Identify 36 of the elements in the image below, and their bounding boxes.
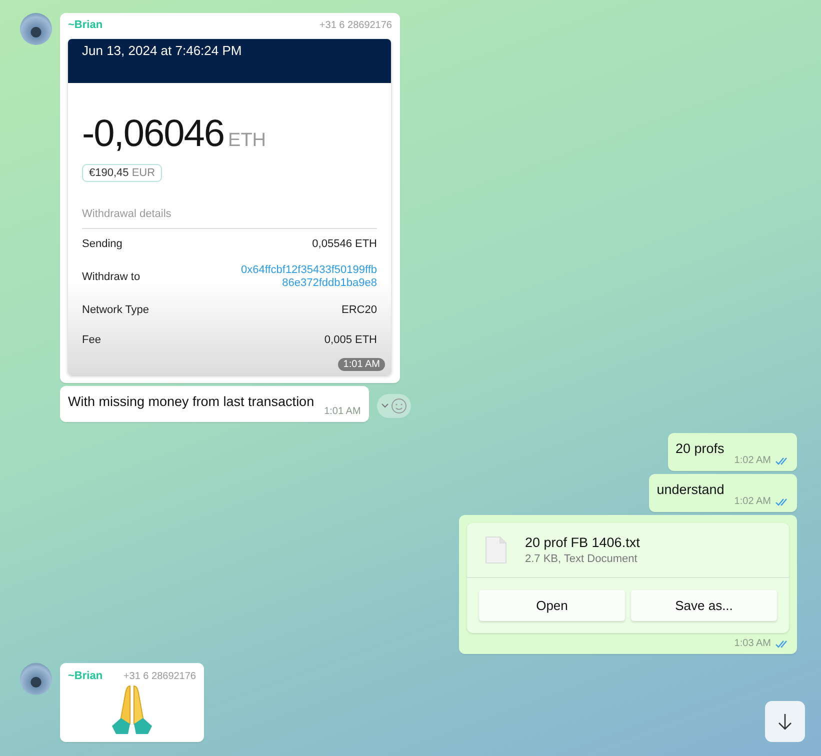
amount: -0,06046 [82, 113, 224, 156]
message-text: With missing money from last transaction [68, 393, 314, 411]
save-as-button[interactable]: Save as... [631, 590, 777, 621]
avatar[interactable] [20, 13, 52, 45]
sender-name[interactable]: ~Brian [68, 670, 103, 682]
message-time: 1:03 AM [734, 638, 771, 649]
address-link[interactable]: 0x64ffcbf12f35433f50199ffb 86e372fddb1ba9e8 [212, 264, 377, 290]
sender-phone: +31 6 28692176 [123, 671, 196, 682]
message-text: 20 profs [676, 440, 724, 458]
sender-name[interactable]: ~Brian [68, 19, 103, 31]
detail-label: Sending [82, 238, 122, 250]
detail-value: 0,05546 ETH [312, 238, 377, 250]
open-button[interactable]: Open [479, 590, 625, 621]
smiley-icon [390, 398, 407, 414]
currency-unit: ETH [228, 130, 266, 152]
message-text: understand [656, 481, 724, 499]
message-time: 1:01 AM [338, 358, 385, 371]
section-title: Withdrawal details [82, 208, 377, 229]
message-time: 1:02 AM [734, 455, 771, 466]
file-name: 20 prof FB 1406.txt [525, 535, 640, 550]
chevron-down-icon [380, 403, 389, 409]
document-icon [485, 536, 507, 564]
avatar[interactable] [20, 663, 52, 695]
message-time: 1:02 AM [734, 496, 771, 507]
praying-hands-icon [110, 684, 154, 736]
detail-label: Withdraw to [82, 271, 140, 283]
arrow-down-icon [777, 712, 793, 730]
detail-label: Network Type [82, 304, 150, 316]
sender-phone: +31 6 28692176 [319, 20, 392, 31]
file-info: 2.7 KB, Text Document [525, 553, 638, 565]
detail-value: 0,005 ETH [324, 334, 377, 346]
detail-label: Fee [82, 334, 101, 346]
detail-value: ERC20 [342, 304, 377, 316]
fiat-value: €190,45 EUR [82, 164, 162, 182]
transaction-date: Jun 13, 2024 at 7:46:24 PM [82, 43, 242, 58]
message-time: 1:01 AM [324, 406, 361, 417]
